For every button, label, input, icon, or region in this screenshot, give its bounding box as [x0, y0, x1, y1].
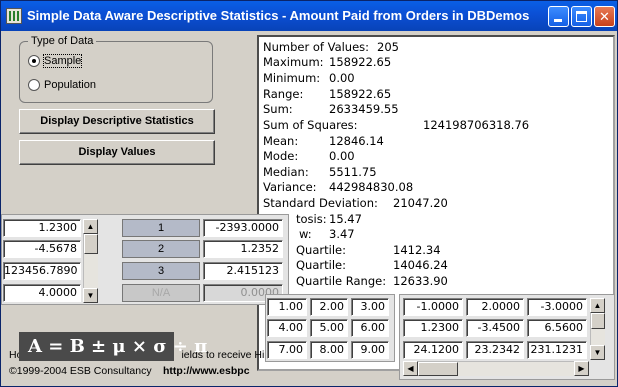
radio-sample[interactable]: Sample — [28, 54, 198, 70]
radio-sample-dot[interactable] — [28, 55, 40, 67]
result-cell[interactable]: -2393.0000 — [203, 219, 283, 237]
value-cell[interactable]: -4.5678 — [3, 240, 81, 258]
matrix-a-cell[interactable]: 6.00 — [351, 319, 389, 337]
result-cell[interactable]: 2.415123 — [203, 262, 283, 280]
matrix-a-cell[interactable]: 5.00 — [310, 319, 348, 337]
scroll-down-icon[interactable]: ▼ — [590, 345, 605, 360]
logo-text: A = B ± μ × σ ÷ π — [28, 336, 208, 357]
radio-population-label: Population — [44, 79, 96, 91]
title-bar[interactable]: Simple Data Aware Descriptive Statistics… — [1, 1, 617, 31]
math-logo: A = B ± μ × σ ÷ π — [19, 332, 207, 361]
radio-population[interactable]: Population — [28, 78, 198, 94]
data-type-legend: Type of Data — [28, 35, 97, 47]
values-scrollbar[interactable]: ▲ ▼ — [83, 219, 98, 303]
maximize-icon — [576, 11, 587, 22]
minimize-button[interactable] — [548, 6, 569, 27]
scroll-up-icon[interactable]: ▲ — [83, 219, 98, 234]
website-link[interactable]: http://www.esbpc — [163, 365, 250, 377]
row-header: 1 — [122, 219, 200, 237]
stat-row: Sum: 2633459.55 — [263, 102, 399, 116]
value-cell[interactable]: 4.0000 — [3, 284, 81, 302]
copyright-text: ©1999-2004 ESB Consultancy — [9, 365, 152, 377]
matrix-b-cell[interactable]: 231.1231 — [527, 341, 587, 359]
matrix-a-cell[interactable]: 9.00 — [351, 341, 389, 359]
left-grid-panel: 1.2300 -4.5678 123456.7890 4.0000 ▲ ▼ 1 … — [1, 214, 289, 305]
matrix-b-cell[interactable]: 24.1200 — [403, 341, 463, 359]
matrix-a-cell[interactable]: 2.00 — [310, 298, 348, 316]
matrix-a-cell[interactable]: 8.00 — [310, 341, 348, 359]
matrix-b-cell[interactable]: -3.0000 — [527, 298, 587, 316]
matrix-b-vscrollbar[interactable]: ▲ ▼ — [590, 298, 605, 360]
stat-row: Number of Values: 205 — [263, 40, 399, 54]
matrix-b-panel: -1.0000 2.0000 -3.0000 1.2300 -3.4500 6.… — [399, 294, 615, 380]
matrix-a-panel: 1.00 2.00 3.00 4.00 5.00 6.00 7.00 8.00 … — [265, 294, 395, 362]
value-cell[interactable]: 1.2300 — [3, 219, 81, 237]
display-statistics-button[interactable]: Display Descriptive Statistics — [19, 109, 215, 134]
row-header-disabled: N/A — [122, 284, 200, 302]
matrix-a-cell[interactable]: 7.00 — [267, 341, 307, 359]
radio-sample-label: Sample — [42, 54, 83, 68]
matrix-b-cell[interactable]: 23.2342 — [466, 341, 524, 359]
matrix-a-cell[interactable]: 4.00 — [267, 319, 307, 337]
stat-row: Standard Deviation: 21047.20 — [263, 196, 448, 210]
stat-row: Range: 158922.65 — [263, 87, 392, 101]
close-icon: ✕ — [599, 9, 610, 24]
matrix-b-hscrollbar[interactable]: ◀ ▶ — [403, 361, 589, 376]
value-cell[interactable]: 123456.7890 — [3, 262, 81, 280]
app-icon — [6, 8, 22, 24]
stat-row: Mode: 0.00 — [263, 149, 355, 163]
row-header: 2 — [122, 240, 200, 258]
scroll-thumb[interactable] — [84, 234, 98, 254]
stat-row: Variance: 442984830.08 — [263, 180, 414, 194]
matrix-b-cell[interactable]: -1.0000 — [403, 298, 463, 316]
data-type-group: Type of Data Sample Population — [19, 35, 213, 103]
maximize-button[interactable] — [571, 6, 592, 27]
stat-row: Sum of Squares: 124198706318.76 — [263, 118, 530, 132]
scroll-right-icon[interactable]: ▶ — [574, 361, 589, 376]
radio-population-dot[interactable] — [28, 79, 40, 91]
matrix-a-cell[interactable]: 1.00 — [267, 298, 307, 316]
scroll-down-icon[interactable]: ▼ — [83, 288, 98, 303]
row-header: 3 — [122, 262, 200, 280]
stat-row: Mean: 12846.14 — [263, 134, 384, 148]
scroll-thumb[interactable] — [418, 362, 458, 376]
matrix-b-cell[interactable]: 1.2300 — [403, 319, 463, 337]
matrix-b-cell[interactable]: 6.5600 — [527, 319, 587, 337]
main-window: Simple Data Aware Descriptive Statistics… — [0, 0, 618, 387]
matrix-a-cell[interactable]: 3.00 — [351, 298, 389, 316]
result-cell[interactable]: 1.2352 — [203, 240, 283, 258]
matrix-b-cell[interactable]: -3.4500 — [466, 319, 524, 337]
scroll-up-icon[interactable]: ▲ — [590, 298, 605, 313]
scroll-left-icon[interactable]: ◀ — [403, 361, 418, 376]
matrix-b-cell[interactable]: 2.0000 — [466, 298, 524, 316]
window-title: Simple Data Aware Descriptive Statistics… — [27, 8, 530, 23]
scroll-thumb[interactable] — [591, 313, 605, 329]
stat-row: Median: 5511.75 — [263, 165, 377, 179]
close-button[interactable]: ✕ — [594, 6, 615, 27]
stat-row: Maximum: 158922.65 — [263, 55, 392, 69]
minimize-icon — [554, 19, 562, 22]
display-values-button[interactable]: Display Values — [19, 140, 215, 165]
stat-row: Minimum: 0.00 — [263, 71, 355, 85]
